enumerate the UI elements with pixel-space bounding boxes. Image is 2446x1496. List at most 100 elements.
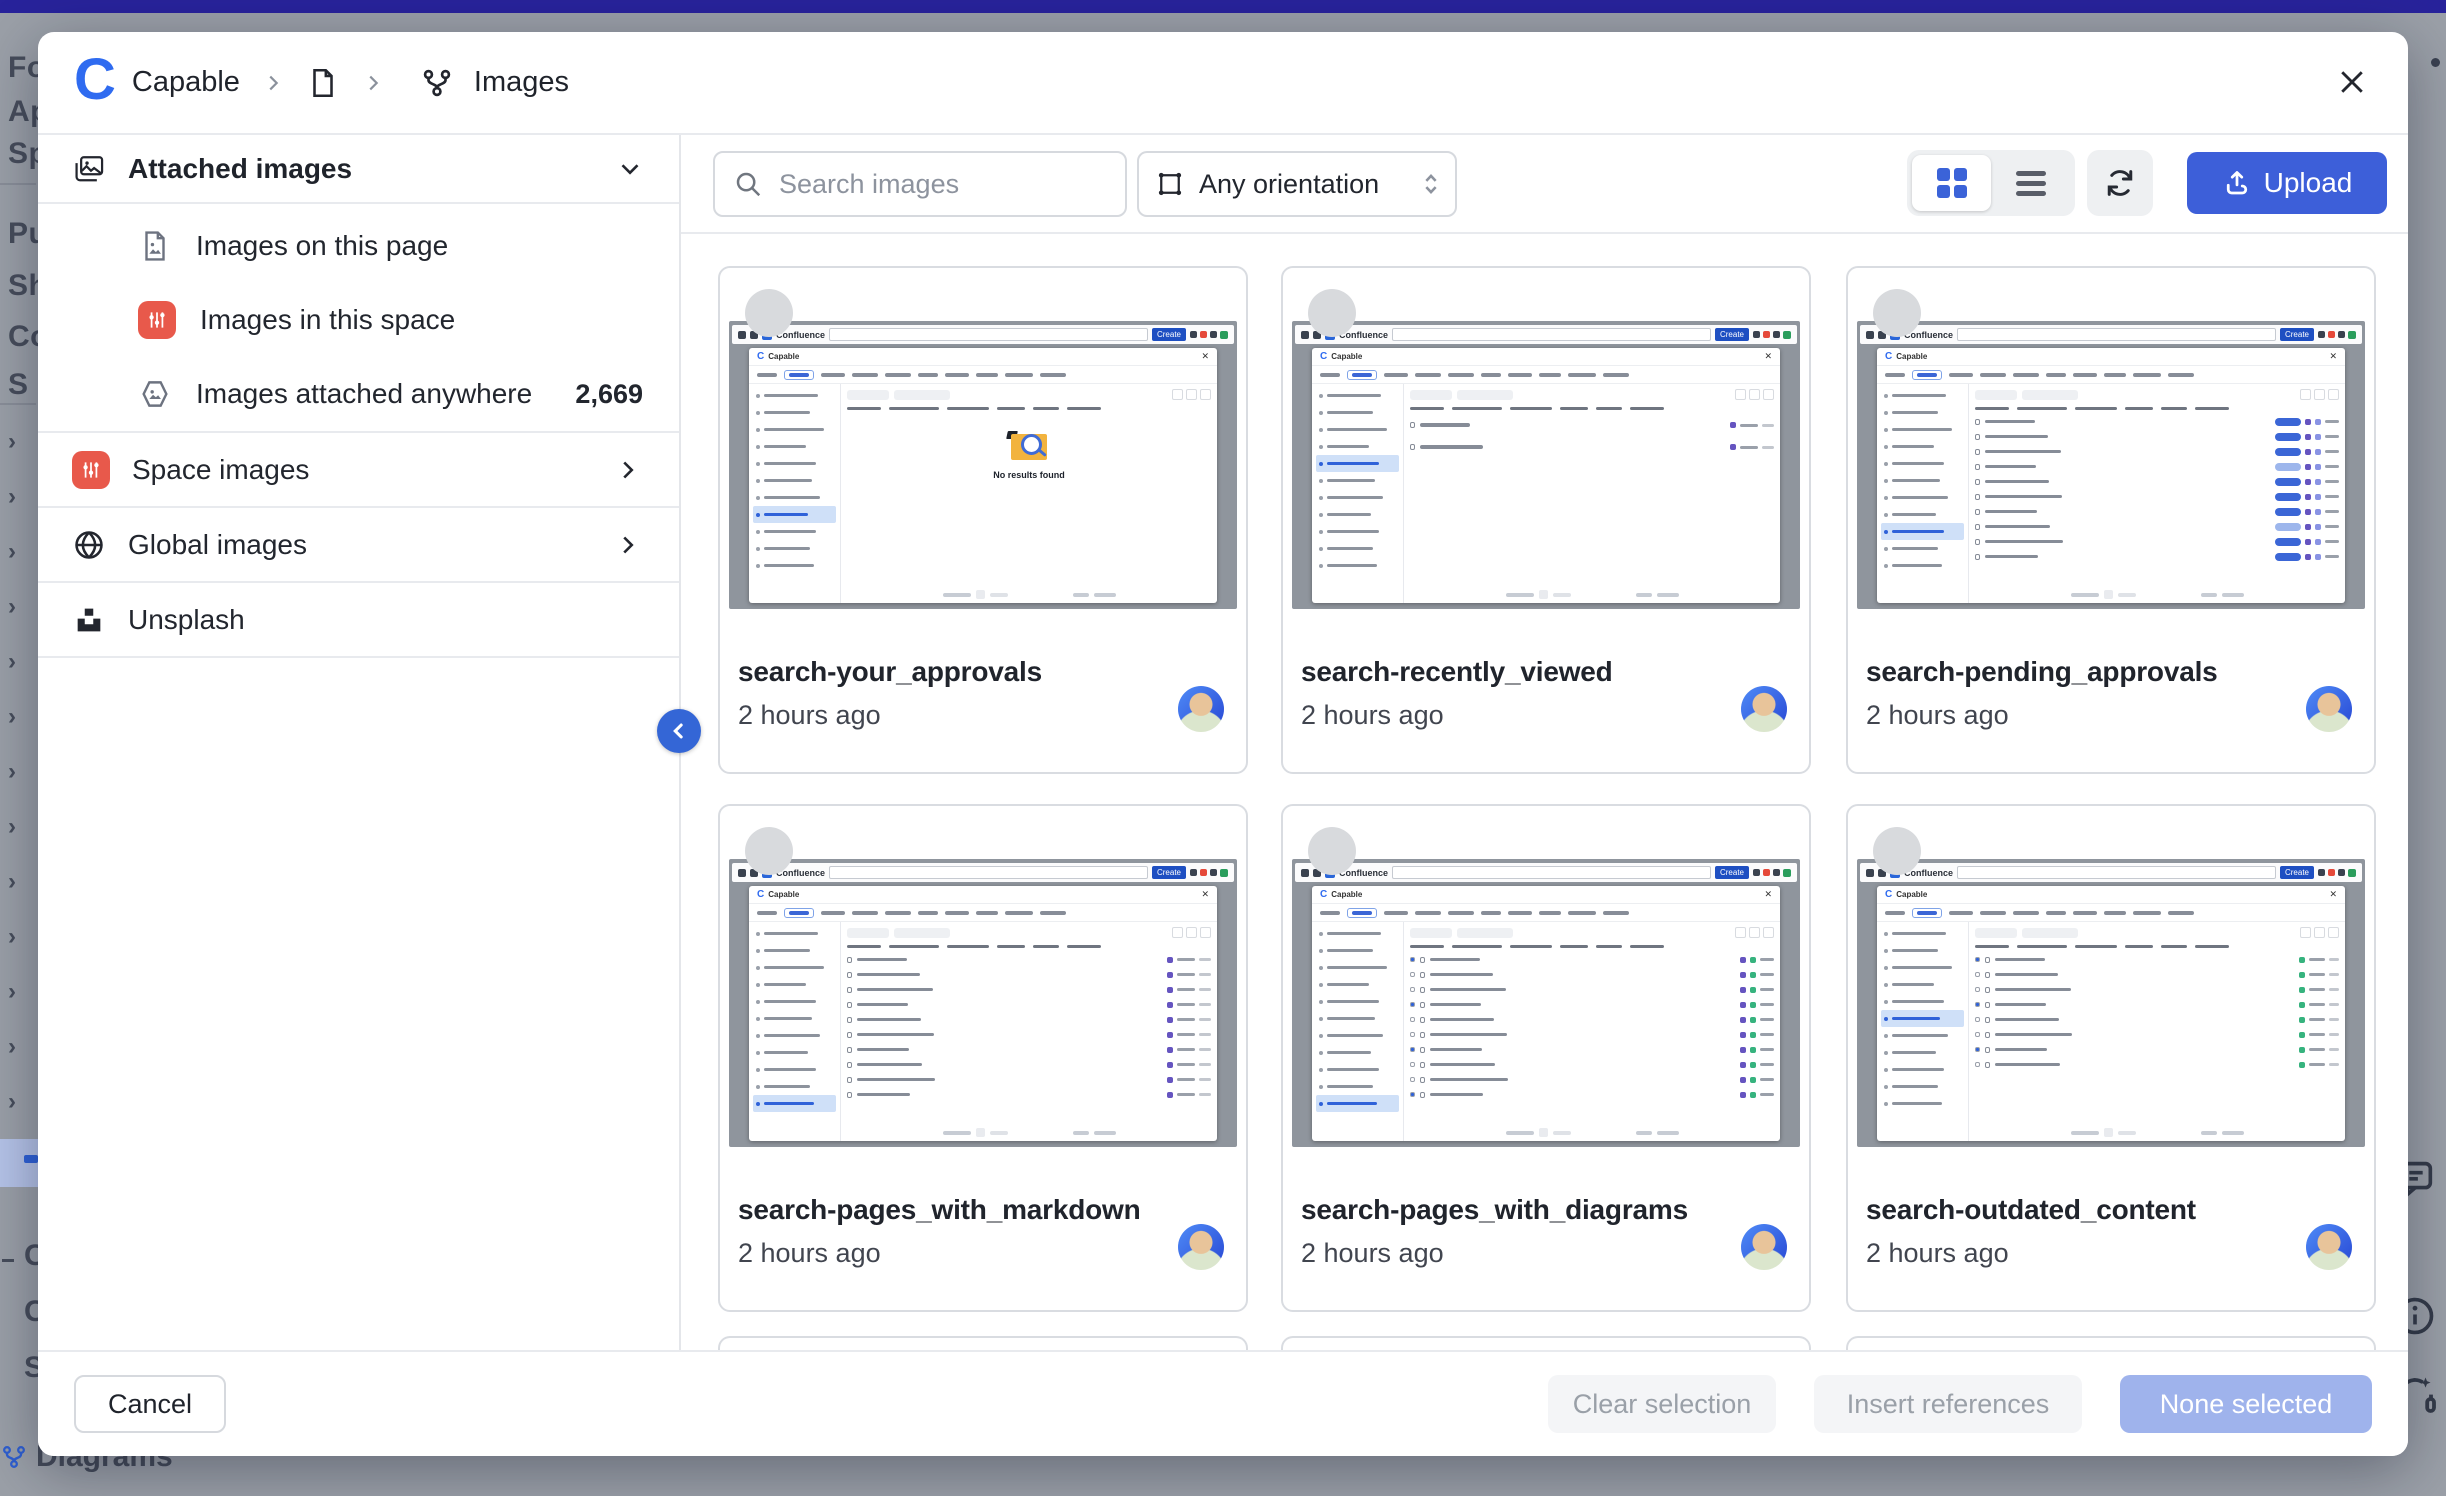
backdrop-clipped-label: Fo [8,51,38,85]
image-card[interactable]: ConfluenceCreateCCapable✕ search-pages_w… [718,804,1248,1312]
sidebar-section-global-images[interactable]: Global images [38,506,679,581]
uploader-avatar [1178,686,1224,732]
image-picker-modal: C Capable Images Attached images [38,32,2408,1456]
orientation-select[interactable]: Any orientation [1137,151,1457,217]
sidebar-item-images-on-page[interactable]: Images on this page [38,209,679,283]
image-timestamp: 2 hours ago [738,700,881,731]
upload-label: Upload [2264,167,2353,199]
mini-screenshot: ConfluenceCreateCCapable✕ [729,859,1237,1147]
image-thumbnail: ConfluenceCreateCCapable✕ [1292,277,1800,637]
backdrop-list-bullet: › [8,593,16,621]
refresh-button[interactable] [2087,150,2153,216]
sidebar-section-label: Global images [128,529,307,561]
sidebar-item-images-in-space[interactable]: Images in this space [38,283,679,357]
image-grid: ConfluenceCreateCCapable✕ No results foun… [681,234,2408,1350]
image-card-partial[interactable] [1846,1336,2376,1350]
sidebar-section-label: Unsplash [128,604,245,636]
image-timestamp: 2 hours ago [738,1238,881,1269]
view-toggle [1907,150,2075,216]
images-anywhere-count: 2,669 [575,379,643,410]
frame-icon [1155,169,1185,199]
backdrop-list-bullet: › [8,703,16,731]
image-title: search-pending_approvals [1866,656,2218,688]
uploader-avatar [1178,1224,1224,1270]
image-card-partial[interactable] [1281,1336,1811,1350]
backdrop-list-bullet: › [8,923,16,951]
uploader-avatar [2306,1224,2352,1270]
backdrop-list-bullet: › [8,813,16,841]
backdrop-list-bullet: › [8,1033,16,1061]
close-icon[interactable] [2330,60,2374,104]
refresh-icon [2103,166,2137,200]
image-title: search-pages_with_diagrams [1301,1194,1688,1226]
image-thumbnail: ConfluenceCreateCCapable✕ [1857,815,2365,1175]
image-card[interactable]: ConfluenceCreateCCapable✕No results foun… [718,266,1248,774]
clear-selection-button[interactable]: Clear selection [1548,1375,1776,1433]
sidebar-item-label: Images in this space [200,304,455,336]
chevron-right-icon [362,72,384,94]
background-top-bar [0,0,2446,13]
modal-body: Attached images Images on this page [38,135,2408,1350]
backdrop-list-bullet: › [8,538,16,566]
page-image-icon [138,229,172,263]
image-thumbnail: ConfluenceCreateCCapable✕ [1857,277,2365,637]
mini-screenshot: ConfluenceCreateCCapable✕No results foun… [729,321,1237,609]
upload-button[interactable]: Upload [2187,152,2387,214]
image-title: search-recently_viewed [1301,656,1613,688]
avatar-placeholder-circle [1308,289,1356,337]
sidebar-collapse-button[interactable] [657,709,701,753]
image-card[interactable]: ConfluenceCreateCCapable✕ search-outdate… [1846,804,2376,1312]
backdrop-clipped-label: Sh [8,269,38,303]
insert-references-button[interactable]: Insert references [1814,1375,2082,1433]
chevron-down-icon [615,154,645,184]
backdrop-list-bullet: › [8,483,16,511]
mini-screenshot: ConfluenceCreateCCapable✕ [1857,321,2365,609]
sidebar-item-label: Images attached anywhere [196,378,532,410]
uploader-avatar [2306,686,2352,732]
avatar-placeholder-circle [1873,289,1921,337]
backdrop-clipped-label: C [24,1239,38,1273]
backdrop-clipped-label: S [8,368,29,402]
mini-empty-text: No results found [841,470,1217,480]
none-selected-button[interactable]: None selected [2120,1375,2372,1433]
cancel-button[interactable]: Cancel [74,1375,226,1433]
image-timestamp: 2 hours ago [1301,700,1444,731]
image-card[interactable]: ConfluenceCreateCCapable✕ search-recentl… [1281,266,1811,774]
sidebar-section-space-images[interactable]: Space images [38,431,679,506]
backdrop-list-bullet: › [8,648,16,676]
backdrop-clipped-label: Co [8,320,38,354]
backdrop-clipped-label: Sp [24,1351,38,1385]
grid-view-button[interactable] [1912,155,1991,211]
up-down-chevrons-icon [1417,170,1445,198]
modal-header: C Capable Images [38,32,2408,135]
image-timestamp: 2 hours ago [1301,1238,1444,1269]
backdrop-clipped-label: Ap [8,95,38,129]
search-input[interactable] [777,168,1125,201]
modal-content: Any orientation [681,135,2408,1350]
backdrop-selected-item [0,1139,38,1187]
list-view-button[interactable] [1991,155,2070,211]
sidebar-section-unsplash[interactable]: Unsplash [38,581,679,658]
avatar-placeholder-circle [745,827,793,875]
image-timestamp: 2 hours ago [1866,1238,2009,1269]
image-timestamp: 2 hours ago [1866,700,2009,731]
branch-icon [420,66,454,100]
chevron-right-icon [613,530,643,560]
breadcrumb-app[interactable]: Capable [132,66,240,99]
mini-screenshot: ConfluenceCreateCCapable✕ [1292,321,1800,609]
sidebar-item-images-anywhere[interactable]: Images attached anywhere 2,669 [38,357,679,431]
image-title: search-your_approvals [738,656,1042,688]
sidebar-item-label: Images on this page [196,230,448,262]
image-thumbnail: ConfluenceCreateCCapable✕ [1292,815,1800,1175]
sidebar-attached-images[interactable]: Attached images [38,135,679,204]
backdrop-list-bullet: › [8,428,16,456]
image-card[interactable]: ConfluenceCreateCCapable✕ search-pages_w… [1281,804,1811,1312]
avatar-placeholder-circle [745,289,793,337]
image-card-partial[interactable] [718,1336,1248,1350]
image-thumbnail: ConfluenceCreateCCapable✕No results foun… [729,277,1237,637]
modal-footer: Cancel Clear selection Insert references… [38,1350,2408,1456]
image-card[interactable]: ConfluenceCreateCCapable✕ search-pending… [1846,266,2376,774]
chevron-right-icon [613,455,643,485]
sidebar-section-label: Space images [132,454,309,486]
document-icon[interactable] [306,66,340,100]
